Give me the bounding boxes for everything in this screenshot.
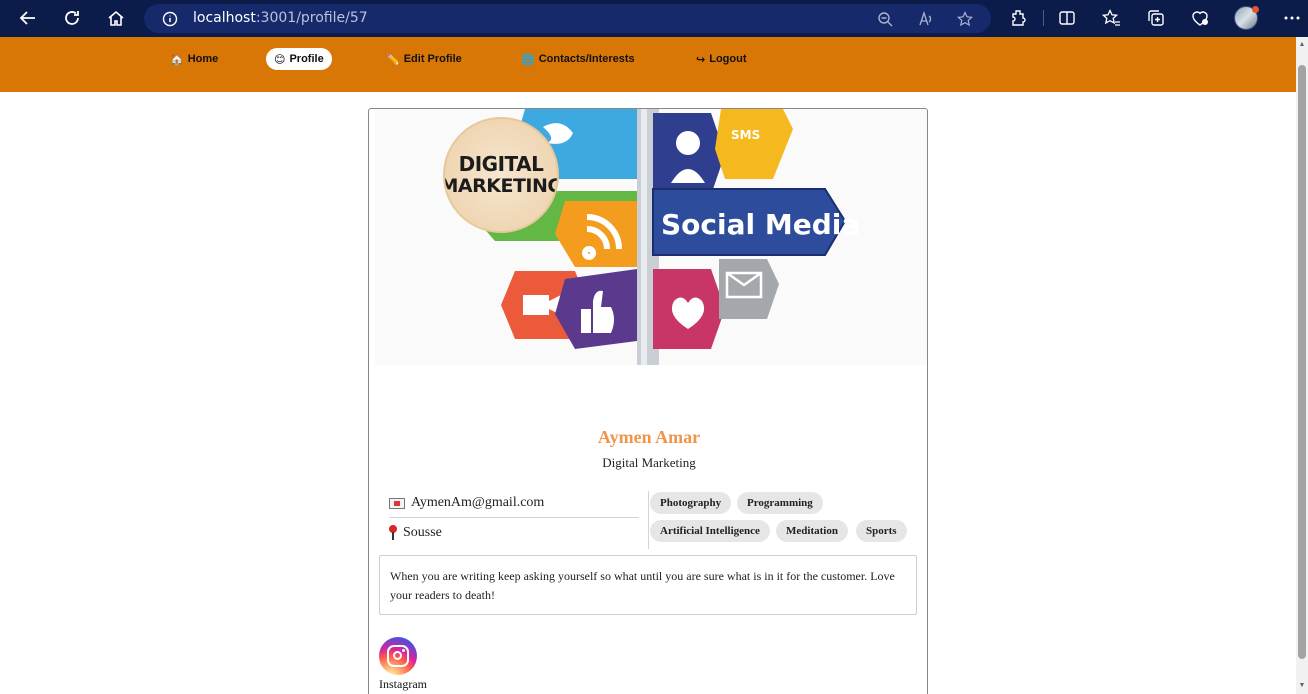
- social-media-sign-text: Social Media: [661, 208, 860, 241]
- notification-dot: [1252, 6, 1259, 13]
- nav-logout-label: Logout: [709, 53, 747, 65]
- profile-name: Aymen Amar: [597, 427, 701, 447]
- interest-chip: Meditation: [776, 520, 848, 542]
- location-row: Sousse: [389, 518, 639, 547]
- profile-headline: Digital Marketing: [602, 455, 696, 470]
- profile-picture[interactable]: DIGITAL MARKETING: [443, 117, 559, 233]
- contact-info: AymenAm@gmail.com Sousse: [389, 489, 639, 547]
- address-bar[interactable]: localhost:3001/profile/57: [144, 4, 991, 33]
- nav-edit-profile-label: Edit Profile: [403, 53, 462, 65]
- instagram-icon[interactable]: [379, 637, 417, 675]
- globe-icon: 🌐: [521, 53, 535, 66]
- profile-picture-text-line1: DIGITAL: [458, 152, 544, 176]
- extensions-icon[interactable]: [1009, 8, 1029, 28]
- favorites-icon[interactable]: [1101, 8, 1121, 28]
- interest-chip: Photography: [650, 492, 732, 514]
- contacts-interests-divider: [648, 491, 649, 549]
- interest-chip: Artificial Intelligence: [650, 520, 770, 542]
- email-row: AymenAm@gmail.com: [389, 489, 639, 518]
- location-text: Sousse: [403, 524, 442, 540]
- zoom-out-icon[interactable]: [877, 11, 893, 27]
- profile-bio: When you are writing keep asking yoursel…: [379, 555, 917, 615]
- smiley-icon: 😊: [274, 53, 286, 66]
- profile-card: SMS Social Media DIGITAL MARKETING Aymen…: [368, 108, 928, 694]
- info-icon[interactable]: [162, 11, 178, 27]
- page-scrollbar[interactable]: ▲ ▼: [1296, 37, 1308, 694]
- sms-label: SMS: [731, 128, 760, 142]
- cover-image: SMS Social Media DIGITAL MARKETING: [375, 109, 927, 365]
- interest-chip: Programming: [737, 492, 823, 514]
- location-pin-icon: [389, 524, 397, 541]
- profile-picture-text-line2: MARKETING: [443, 175, 559, 197]
- nav-contacts-interests-label: Contacts/Interests: [538, 53, 635, 65]
- nav-profile-link[interactable]: 😊 Profile: [266, 48, 332, 70]
- scroll-down-arrow-icon[interactable]: ▼: [1298, 682, 1306, 690]
- nav-edit-profile-link[interactable]: ✏️ Edit Profile: [378, 48, 470, 70]
- interest-chip: Sports: [856, 520, 907, 542]
- logout-arrow-icon: ↪: [696, 53, 706, 66]
- nav-home-label: Home: [187, 53, 219, 65]
- refresh-icon[interactable]: [61, 7, 83, 29]
- collections-icon[interactable]: [1146, 8, 1166, 28]
- home-icon[interactable]: [105, 7, 127, 29]
- instagram-label[interactable]: Instagram: [379, 677, 459, 692]
- nav-contacts-interests-link[interactable]: 🌐 Contacts/Interests: [513, 48, 643, 70]
- site-navbar: 🏠 Home 😊 Profile ✏️ Edit Profile 🌐 Conta…: [0, 37, 1296, 92]
- scroll-thumb[interactable]: [1298, 65, 1306, 659]
- scroll-up-arrow-icon[interactable]: ▲: [1298, 41, 1306, 49]
- social-links: Instagram: [379, 637, 459, 692]
- pencil-icon: ✏️: [386, 53, 400, 66]
- nav-logout-link[interactable]: ↪ Logout: [688, 48, 754, 70]
- email-text[interactable]: AymenAm@gmail.com: [411, 495, 544, 511]
- favorite-star-icon[interactable]: [957, 11, 973, 27]
- back-icon[interactable]: [17, 7, 39, 29]
- envelope-icon: [389, 497, 405, 509]
- toolbar-separator: [1043, 10, 1044, 26]
- house-icon: 🏠: [170, 53, 184, 66]
- read-aloud-icon[interactable]: [918, 11, 934, 27]
- url-text[interactable]: localhost:3001/profile/57: [193, 10, 368, 26]
- split-screen-icon[interactable]: [1057, 8, 1077, 28]
- browser-essentials-icon[interactable]: [1190, 8, 1210, 28]
- browser-toolbar: localhost:3001/profile/57: [0, 0, 1308, 37]
- nav-profile-label: Profile: [289, 53, 324, 65]
- nav-home-link[interactable]: 🏠 Home: [162, 48, 226, 70]
- more-menu-icon[interactable]: [1282, 8, 1302, 28]
